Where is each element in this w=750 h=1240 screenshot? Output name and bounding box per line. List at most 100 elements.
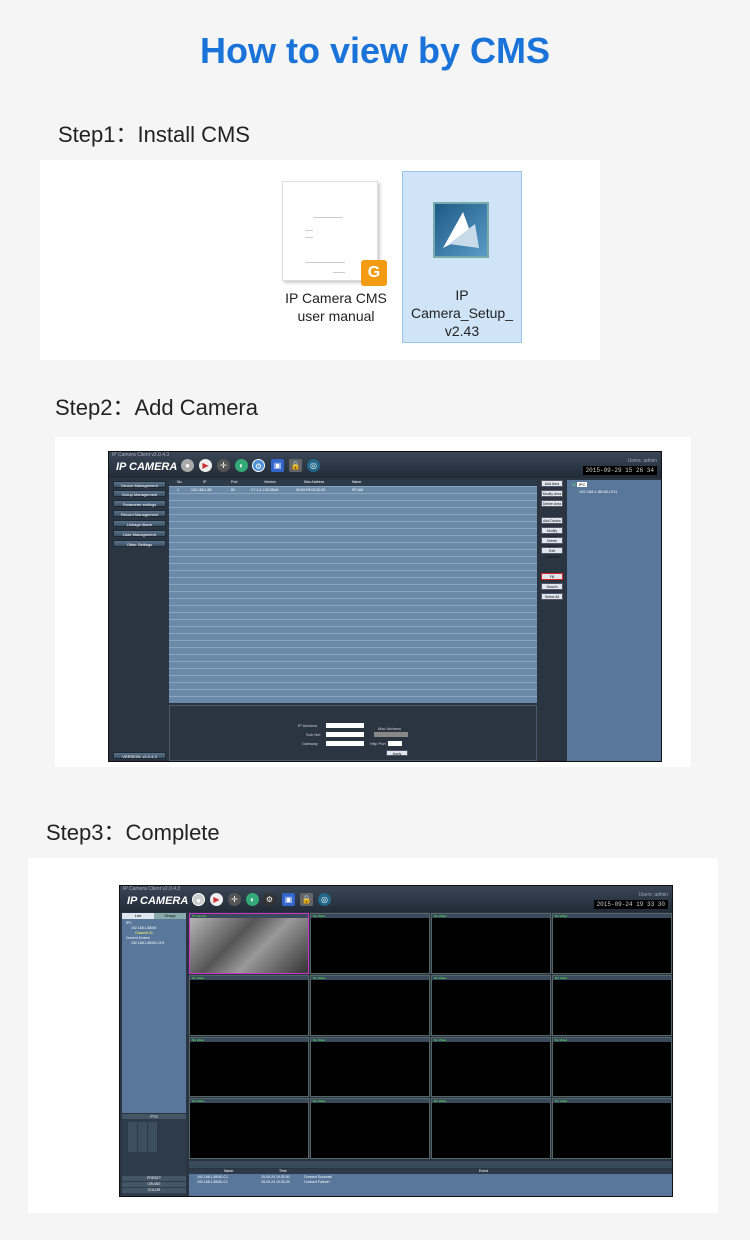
modify-device-button[interactable]: Modify Device — [541, 527, 563, 539]
delete-device-button[interactable]: Delete Device — [541, 537, 563, 549]
video-grid: IP Camera No Video No Video No Video No Vide… — [189, 913, 672, 1160]
apply-button[interactable]: Apply — [386, 750, 408, 756]
menu-other-settings[interactable]: Other Settings — [113, 540, 166, 547]
menu-record-management[interactable]: Record Management — [113, 510, 166, 517]
video-cell[interactable]: No Video — [189, 1036, 309, 1098]
video-cell[interactable]: No Video — [431, 1098, 551, 1159]
network-settings: IP Address Sub Net Gateway Mac Address H… — [169, 705, 537, 761]
menu-parameter-settings[interactable]: Parameter settings — [113, 500, 166, 507]
installer-icon — [433, 202, 489, 258]
search-button[interactable]: Search — [541, 583, 563, 590]
video-cell[interactable]: No Video — [431, 1036, 551, 1098]
log-icon[interactable]: ▣ — [271, 459, 284, 472]
tab-group[interactable]: Group — [154, 913, 186, 919]
video-cell[interactable]: No Video — [310, 913, 430, 974]
tree-item-camera[interactable]: 192.168.1.88:80-CH1 — [579, 489, 617, 494]
setup-file[interactable]: IP Camera_Setup_ v2.43 — [402, 171, 522, 343]
subnet-field[interactable] — [326, 732, 364, 737]
tree-item-ipc[interactable]: ☑ IPC — [572, 482, 588, 487]
cms-window-preview: IP Camera Client v2.0.4.3 IP CAMERA ● ▶ … — [119, 885, 673, 1197]
video-cell-label: No Video — [311, 1099, 429, 1104]
ip-address-field[interactable] — [326, 723, 364, 728]
video-cell[interactable]: No Video — [189, 974, 309, 1036]
edit-channel-button[interactable]: Edit Channel — [541, 547, 563, 559]
video-cell-label: No Video — [311, 1037, 429, 1042]
clock: 2015-09-29 15 26 34 — [582, 466, 657, 475]
video-cell[interactable]: No Video — [552, 1098, 672, 1159]
playback-icon[interactable]: ▶ — [210, 893, 223, 906]
setup-label: IP Camera_Setup_ v2.43 — [411, 287, 513, 339]
cruise-button[interactable]: CRUISE — [122, 1182, 186, 1187]
app-logo: IP CAMERA — [116, 461, 178, 473]
table-row[interactable]: 1 192.168.1.88 80 V7.1.4.1.f013f6c6 00:E… — [169, 487, 537, 493]
delete-area-button[interactable]: Delete Area — [541, 500, 563, 507]
pdf-badge-icon: G — [361, 260, 387, 286]
manual-file[interactable]: G IP Camera CMS user manual — [278, 175, 394, 345]
video-cell-label: No Video — [553, 1037, 671, 1042]
log-icon[interactable]: ▣ — [282, 893, 295, 906]
menu-linkage-alarm[interactable]: Linkage Alarm — [113, 520, 166, 527]
map-icon[interactable]: ◐ — [246, 893, 259, 906]
cms-window-device: IP Camera Client v2.0.4.3 IP CAMERA ● ▶ … — [108, 451, 662, 762]
video-cell-label: No Video — [553, 1099, 671, 1104]
add-device-button[interactable]: Add Device — [541, 517, 563, 524]
http-port-field[interactable] — [388, 741, 402, 746]
settings-icon[interactable]: ⚙ — [252, 459, 265, 472]
playback-icon[interactable]: ▶ — [199, 459, 212, 472]
gateway-field[interactable] — [326, 741, 364, 746]
video-cell-label: No Video — [432, 975, 550, 980]
device-tree: ☑ IPC 192.168.1.88:80-CH1 — [567, 480, 661, 761]
video-cell-label: No Video — [432, 1099, 550, 1104]
modify-area-button[interactable]: Modify Area — [541, 490, 563, 497]
video-cell[interactable]: No Video — [431, 974, 551, 1036]
alarm-icon[interactable]: ◎ — [318, 893, 331, 906]
add-area-button[interactable]: Add Area — [541, 480, 563, 487]
log-header: Name Time Event — [189, 1169, 672, 1174]
menu-group-management[interactable]: Group Management — [113, 490, 166, 497]
ptz-direction-pad[interactable] — [128, 1122, 158, 1152]
manual-label: IP Camera CMS user manual — [285, 290, 387, 324]
settings-icon[interactable]: ⚙ — [263, 893, 276, 906]
video-cell[interactable]: No Video — [431, 913, 551, 974]
select-all-button[interactable]: Select All — [541, 593, 563, 600]
step1-heading: Step1：Install CMS — [58, 122, 250, 147]
left-tree-panel: List Group IPC 192.168.1.88:80 Channel 0… — [122, 913, 186, 1113]
video-cell[interactable]: No Video — [552, 1036, 672, 1098]
video-cell[interactable]: No Video — [310, 1036, 430, 1098]
fill-button[interactable]: Fill — [541, 573, 563, 580]
version-label: VERSION: v2.0.4.3 — [113, 752, 166, 759]
map-icon[interactable]: ◐ — [235, 459, 248, 472]
video-cell[interactable]: No Video — [310, 974, 430, 1036]
preset-button[interactable]: PRESET — [122, 1176, 186, 1181]
step1-panel: G IP Camera CMS user manual IP Camera_Se… — [40, 160, 600, 360]
mac-field — [374, 732, 408, 737]
ptz-icon[interactable]: ✛ — [217, 459, 230, 472]
video-cell-label: No Video — [553, 914, 671, 918]
tab-list[interactable]: List — [122, 913, 154, 919]
preview-icon[interactable]: ● — [192, 893, 205, 906]
ptz-panel: PTZ PRESET CRUISE COLOR — [122, 1114, 186, 1196]
document-icon: G — [282, 181, 387, 286]
ptz-icon[interactable]: ✛ — [228, 893, 241, 906]
lock-icon[interactable]: 🔒 — [289, 459, 302, 472]
video-cell-label: No Video — [190, 1037, 308, 1042]
menu-device-management[interactable]: Device Management — [113, 481, 166, 488]
video-cell[interactable]: No Video — [189, 1098, 309, 1159]
video-cell[interactable]: No Video — [552, 913, 672, 974]
video-cell[interactable]: No Video — [310, 1098, 430, 1159]
video-cell-label: No Video — [553, 975, 671, 980]
alarm-icon[interactable]: ◎ — [307, 459, 320, 472]
table-header: No. IP Port Version Mac Address Name — [169, 480, 537, 486]
preview-icon[interactable]: ● — [181, 459, 194, 472]
step2-heading: Step2：Add Camera — [55, 395, 258, 420]
video-cell[interactable]: IP Camera — [189, 913, 309, 974]
lock-icon[interactable]: 🔒 — [300, 893, 313, 906]
tree[interactable]: IPC 192.168.1.88:80 Channel 01 Current S… — [126, 921, 164, 946]
clock: 2015-09-24 19 33 30 — [593, 900, 668, 909]
video-cell[interactable]: No Video — [552, 974, 672, 1036]
video-cell-label: No Video — [311, 914, 429, 918]
event-log: Name Time Event 192.168.1.88:80-C1 15-09… — [189, 1169, 672, 1196]
video-toolbar — [189, 1161, 672, 1168]
menu-user-management[interactable]: User Management — [113, 530, 166, 537]
color-button[interactable]: COLOR — [122, 1188, 186, 1193]
